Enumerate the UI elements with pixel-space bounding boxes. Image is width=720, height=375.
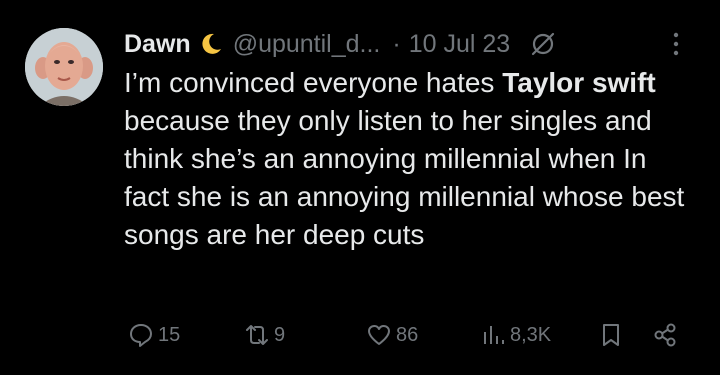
tweet-text-part: because they only listen to her singles … [124, 105, 685, 250]
tweet-text-part: I’m convinced everyone hates [124, 67, 503, 98]
tweet-text-bold: Taylor swift [502, 67, 656, 98]
tweet-date[interactable]: 10 Jul 23 [409, 30, 510, 59]
bookmark-button[interactable] [598, 322, 624, 348]
action-bar: 15 9 86 8,3K [0, 318, 720, 354]
like-button[interactable]: 86 [366, 322, 418, 348]
like-count: 86 [396, 323, 419, 346]
views-count: 8,3K [510, 323, 552, 346]
avatar-image [25, 28, 103, 106]
views-button[interactable]: 8,3K [480, 322, 551, 348]
author-name[interactable]: Dawn [124, 30, 191, 59]
separator-dot: · [392, 29, 401, 58]
tweet-header: Dawn @upuntil_d... · 10 Jul 23 [124, 26, 702, 62]
views-icon [484, 326, 504, 344]
avatar[interactable] [25, 28, 103, 106]
share-icon [654, 323, 676, 347]
tweet-text: I’m convinced everyone hates Taylor swif… [124, 64, 694, 254]
author-handle[interactable]: @upuntil_d... [233, 30, 381, 59]
grok-icon[interactable] [528, 29, 558, 59]
repost-icon [246, 325, 268, 345]
reply-button[interactable]: 15 [128, 322, 180, 348]
reply-icon [130, 324, 152, 347]
repost-button[interactable]: 9 [244, 322, 285, 348]
more-icon[interactable] [672, 31, 680, 57]
like-icon [368, 325, 390, 345]
share-button[interactable] [652, 322, 678, 348]
reply-count: 15 [158, 323, 181, 346]
repost-count: 9 [274, 323, 286, 346]
bookmark-icon [603, 324, 619, 346]
tweet: Dawn @upuntil_d... · 10 Jul 23 I’m convi… [0, 0, 720, 375]
crescent-moon-emoji-icon [202, 33, 221, 54]
